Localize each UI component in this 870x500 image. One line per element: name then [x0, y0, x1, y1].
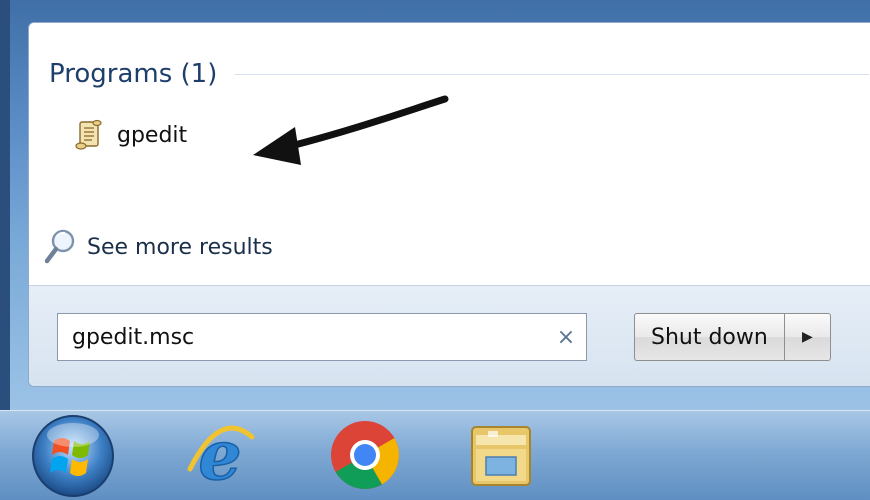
clear-search-icon[interactable]: × [546, 325, 586, 350]
chevron-right-icon: ▶ [801, 329, 813, 345]
start-search-input[interactable] [58, 317, 546, 357]
programs-section-header: Programs (1) [49, 59, 869, 89]
script-icon [75, 119, 102, 150]
program-result-label: gpedit [117, 122, 188, 148]
section-divider [235, 73, 869, 75]
search-magnifier-icon [44, 229, 75, 264]
chrome-icon[interactable] [325, 417, 405, 493]
see-more-results-link[interactable]: See more results [43, 227, 273, 267]
taskbar: e [0, 410, 870, 500]
programs-section-title: Programs (1) [49, 59, 218, 89]
shutdown-group: Shut down ▶ [634, 313, 831, 361]
start-menu-panel: Programs (1) gpedit See more results gpe… [28, 22, 870, 387]
start-menu-bottom-bar: × Shut down ▶ [29, 285, 870, 386]
see-more-results-label: See more results [87, 234, 273, 260]
search-results-pane: Programs (1) gpedit See more results [29, 23, 870, 285]
shutdown-options-button[interactable]: ▶ [784, 313, 831, 361]
shut-down-button[interactable]: Shut down [634, 313, 785, 361]
annotation-arrow [253, 95, 449, 165]
start-search-box[interactable]: × [57, 313, 587, 361]
start-orb[interactable] [28, 411, 118, 497]
program-result-gpedit[interactable]: gpedit [73, 115, 187, 155]
internet-explorer-icon[interactable]: e [180, 417, 260, 493]
start-menu-frame: Programs (1) gpedit See more results gpe… [0, 0, 870, 410]
windows-explorer-icon[interactable] [462, 417, 542, 493]
